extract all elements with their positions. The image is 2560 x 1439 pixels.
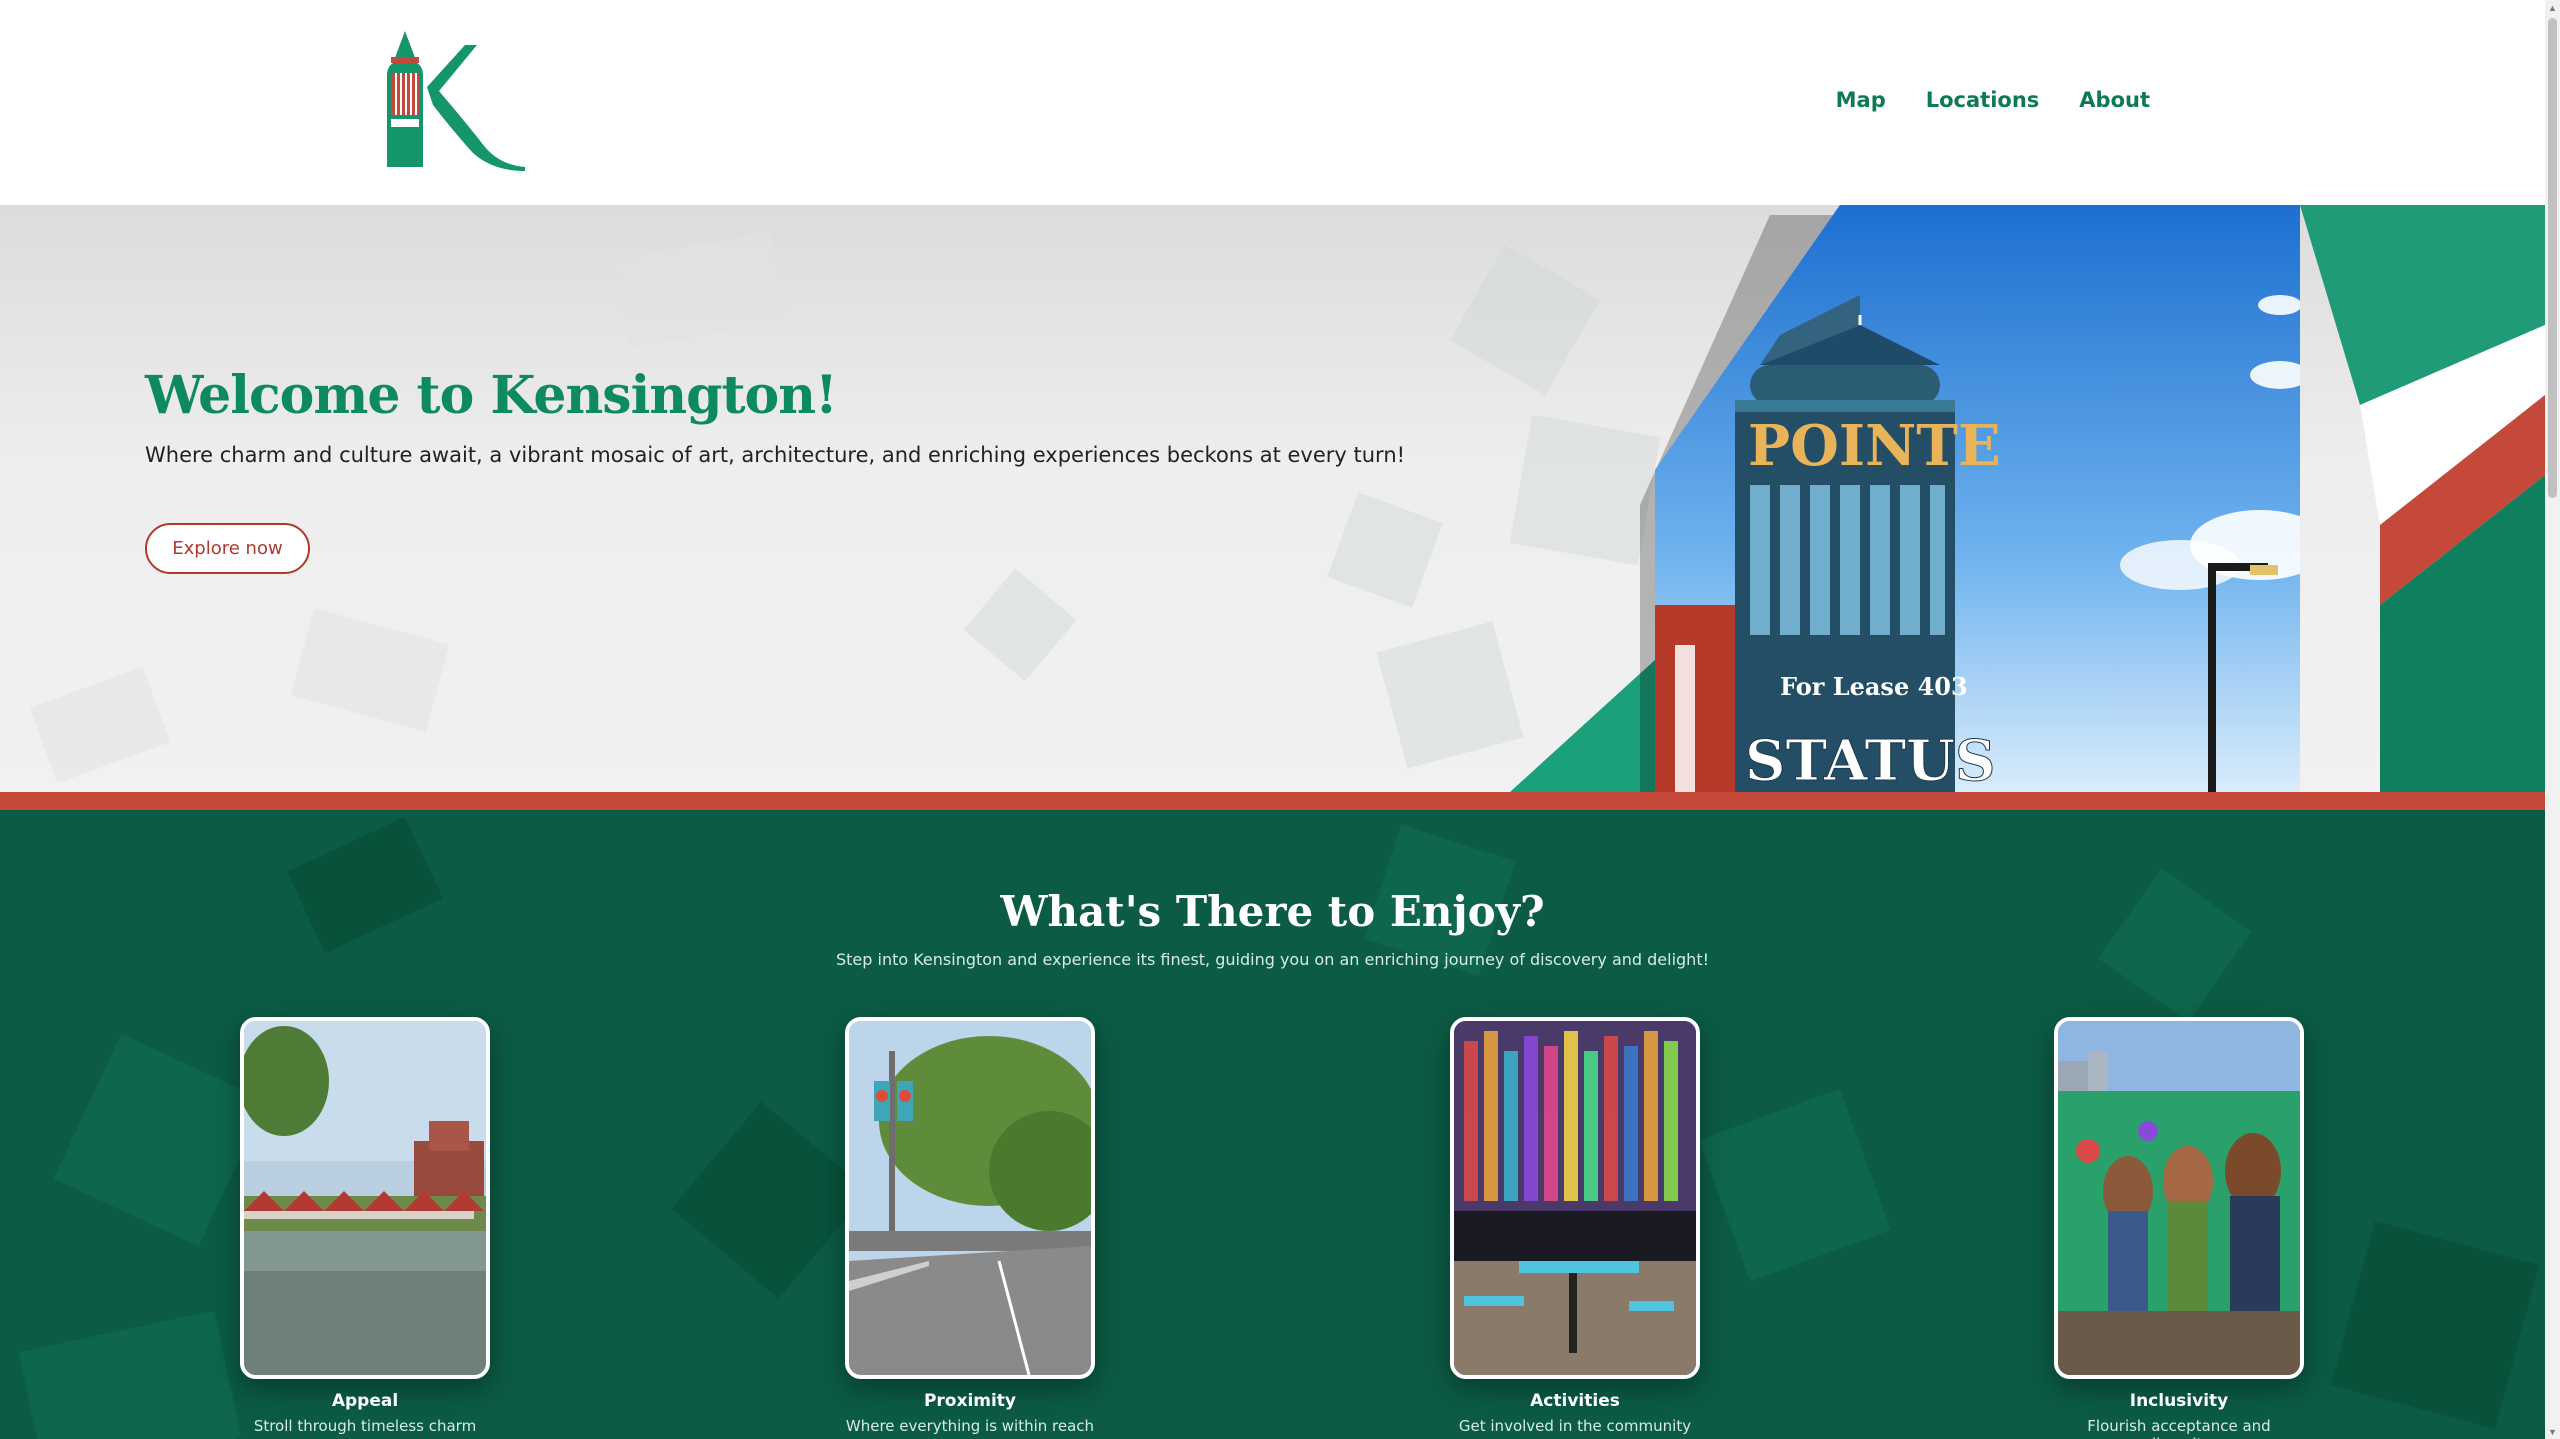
kensington-logo[interactable] [385,27,530,173]
nav-map-link[interactable]: Map [1836,88,1886,112]
card-desc: Where everything is within reach [845,1417,1095,1435]
hero-title: Welcome to Kensington! [145,365,838,426]
nav-about-link[interactable]: About [2079,88,2150,112]
card-title: Proximity [923,1391,1017,1411]
site-header: Map Locations About [0,0,2545,205]
scroll-down-arrow-icon[interactable]: ▼ [2545,1424,2560,1439]
card-photo [1450,1017,1700,1379]
nav-locations-link[interactable]: Locations [1926,88,2040,112]
card-title: Appeal [331,1391,399,1411]
card-desc: Get involved in the community [1458,1417,1692,1435]
card-title: Inclusivity [2129,1391,2229,1411]
card-activities[interactable]: Activities Get involved in the community [1450,1017,1700,1435]
page-scrollbar[interactable]: ▲ ▼ [2545,0,2560,1439]
card-desc: Stroll through timeless charm [253,1417,477,1435]
card-photo [845,1017,1095,1379]
card-title: Activities [1530,1391,1620,1411]
card-desc: Flourish acceptance and diversity [2087,1417,2271,1439]
enjoy-subtitle: Step into Kensington and experience its … [835,950,1709,969]
hero-subtitle: Where charm and culture await, a vibrant… [145,443,1406,467]
card-proximity[interactable]: Proximity Where everything is within rea… [845,1017,1095,1435]
main-nav: Map Locations About [1836,88,2150,112]
enjoy-section: What's There to Enjoy? Step into Kensing… [0,810,2545,1439]
hero-section: Welcome to Kensington! Where charm and c… [0,205,2545,792]
photo-sign-pointe: POINTE [1748,413,2001,479]
section-divider [0,792,2545,810]
scrollbar-thumb[interactable] [2548,18,2557,498]
enjoy-title: What's There to Enjoy? [1000,887,1545,936]
card-appeal[interactable]: Appeal Stroll through timeless charm [240,1017,490,1435]
card-inclusivity[interactable]: Inclusivity Flourish acceptance and dive… [2054,1017,2304,1439]
scroll-up-arrow-icon[interactable]: ▲ [2545,0,2560,15]
photo-sign-status: STATUS [1745,728,1995,792]
card-photo [2054,1017,2304,1379]
photo-sign-lease: For Lease 403 [1780,672,1968,701]
card-photo [240,1017,490,1379]
hero-photo-tower: POINTE For Lease 403 STATUS [1510,205,2545,792]
explore-now-button[interactable]: Explore now [145,523,310,574]
